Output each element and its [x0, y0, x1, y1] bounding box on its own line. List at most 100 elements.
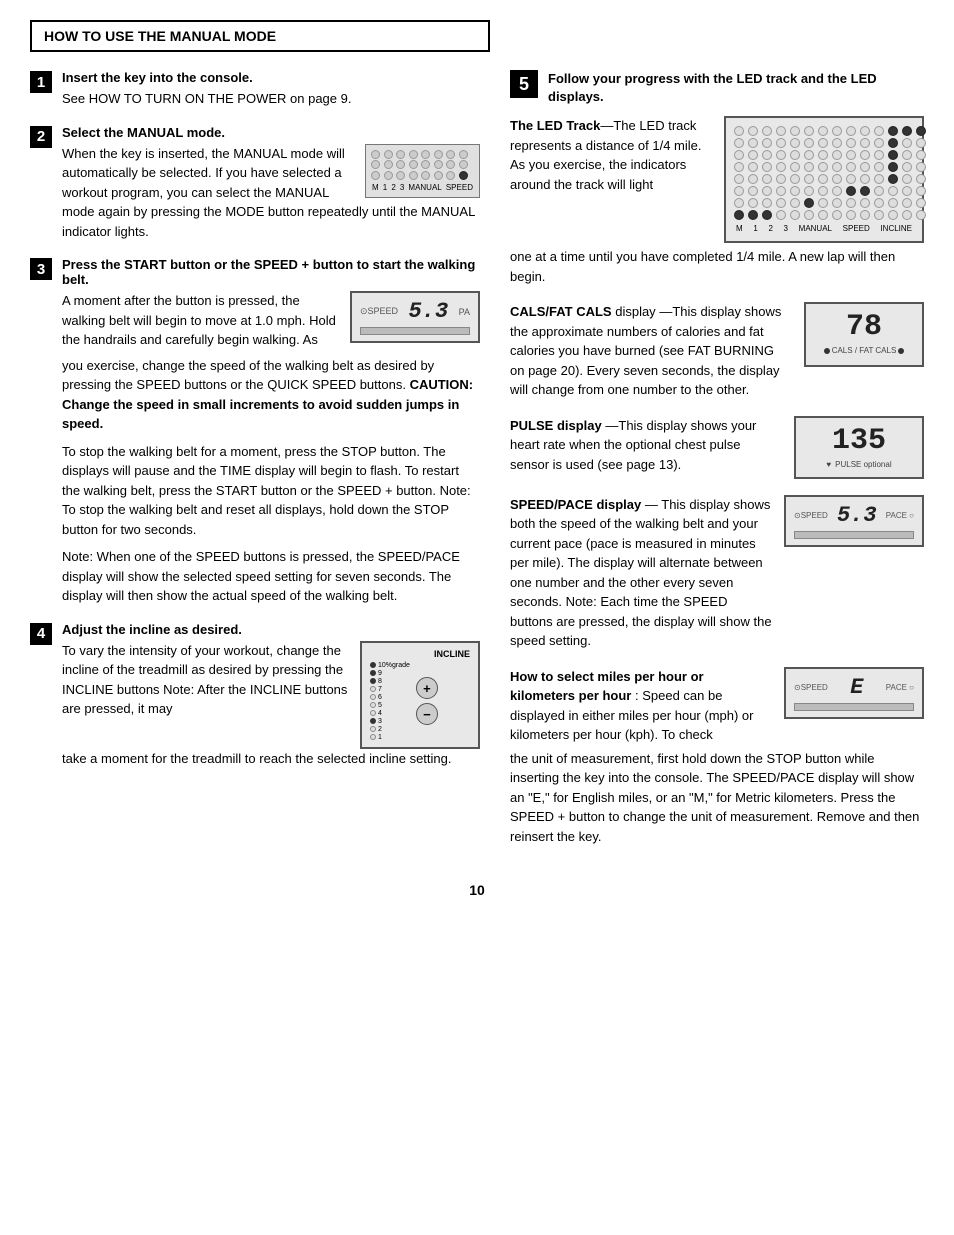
speedpace-bar: [794, 531, 914, 539]
speed-top-row: ⊙SPEED 5.3 PA: [360, 299, 470, 324]
led-dot: [762, 138, 772, 148]
led-dot: [846, 174, 856, 184]
lcd-dot: [371, 160, 380, 169]
led-dot: [734, 138, 744, 148]
led-dot: [832, 138, 842, 148]
led-label-1: 1: [753, 224, 757, 233]
step-4-body1: To vary the intensity of your workout, c…: [62, 641, 350, 719]
cals-with-img: CALS/FAT CALS display —This display show…: [510, 302, 924, 400]
led-dot: [846, 198, 856, 208]
led-dot: [734, 126, 744, 136]
led-dot: [790, 162, 800, 172]
heart-icon: ♥: [826, 460, 831, 469]
mph-kph-with-img: How to select miles per hour or kilomete…: [510, 667, 924, 745]
led-track-with-img: The LED Track—The LED track represents a…: [510, 116, 924, 243]
lcd-label-speed: SPEED: [446, 183, 473, 192]
lcd-dot: [384, 160, 393, 169]
led-track-text: The LED Track—The LED track represents a…: [510, 116, 712, 194]
step-3: 3 Press the START button or the SPEED + …: [30, 257, 480, 606]
led-track-section: The LED Track—The LED track represents a…: [510, 116, 924, 286]
incline-item-3: 3: [370, 718, 410, 725]
speed-pace-text: SPEED/PACE display — This display shows …: [510, 495, 772, 651]
led-track-display: M 1 2 3 MANUAL SPEED INCLINE: [724, 116, 924, 243]
incline-dot-3: [370, 718, 376, 724]
step-3-body3: To stop the walking belt for a moment, p…: [62, 442, 480, 540]
led-dot: [762, 126, 772, 136]
led-dot: [860, 174, 870, 184]
step-3-number: 3: [30, 258, 52, 280]
led-dot: [860, 138, 870, 148]
led-dot: [790, 126, 800, 136]
led-dot: [846, 126, 856, 136]
led-label-m: M: [736, 224, 743, 233]
lcd-dot: [459, 160, 468, 169]
led-track-grid: [734, 126, 914, 220]
led-dot: [818, 198, 828, 208]
lcd-label-manual: MANUAL: [408, 183, 441, 192]
step-2-number: 2: [30, 126, 52, 148]
led-dot: [804, 126, 814, 136]
led-dot: [790, 186, 800, 196]
e-bar: [794, 703, 914, 711]
step-2: 2 Select the MANUAL mode. When the key i…: [30, 125, 480, 242]
incline-dot-6: [370, 694, 376, 700]
incline-dot-9: [370, 670, 376, 676]
step-5-header: 5 Follow your progress with the LED trac…: [510, 70, 924, 106]
led-dot-on: [888, 162, 898, 172]
incline-item-7: 7: [370, 686, 410, 693]
led-dot: [804, 174, 814, 184]
led-label-3: 3: [784, 224, 788, 233]
led-dot: [734, 198, 744, 208]
led-dot: [832, 150, 842, 160]
led-dot: [888, 186, 898, 196]
speedpace-pace-label: PACE ○: [886, 511, 914, 520]
led-dot: [762, 150, 772, 160]
led-dot: [818, 126, 828, 136]
lcd-dot: [396, 171, 405, 180]
led-dot: [832, 126, 842, 136]
e-top: ⊙SPEED E PACE ○: [794, 675, 914, 700]
led-dot: [804, 150, 814, 160]
cals-value: 78: [816, 312, 912, 342]
led-dot: [776, 162, 786, 172]
incline-display: INCLINE 10%grade 9: [360, 641, 480, 749]
led-dot: [734, 186, 744, 196]
incline-item-4: 4: [370, 710, 410, 717]
mph-kph-body2: the unit of measurement, first hold down…: [510, 749, 924, 847]
led-dot: [818, 210, 828, 220]
incline-dot-8: [370, 678, 376, 684]
incline-label-2: 2: [378, 726, 382, 733]
lcd-dot: [396, 150, 405, 159]
led-dot: [818, 150, 828, 160]
cals-display: 78 CALS / FAT CALS: [804, 302, 924, 367]
speed-value: 5.3: [402, 299, 455, 324]
led-dot: [776, 174, 786, 184]
lcd-dot: [371, 150, 380, 159]
incline-label-8: 8: [378, 678, 382, 685]
header-title: HOW TO USE THE MANUAL MODE: [44, 28, 276, 44]
led-dot: [832, 186, 842, 196]
led-dot: [902, 174, 912, 184]
lcd-dot: [384, 150, 393, 159]
led-dot: [902, 150, 912, 160]
lcd-label-3: 3: [400, 183, 404, 192]
led-dot: [846, 162, 856, 172]
incline-down-button[interactable]: −: [416, 703, 438, 725]
led-dot-on: [916, 126, 926, 136]
led-dot: [748, 138, 758, 148]
led-dot: [916, 186, 926, 196]
led-dot-on: [860, 186, 870, 196]
incline-up-button[interactable]: +: [416, 677, 438, 699]
step-3-text1: A moment after the button is pressed, th…: [62, 291, 340, 350]
led-label-manual: MANUAL: [799, 224, 832, 233]
step-4-content: Adjust the incline as desired. To vary t…: [62, 622, 480, 769]
led-dot: [902, 162, 912, 172]
led-dot: [902, 198, 912, 208]
led-dot: [734, 150, 744, 160]
led-dot-on: [888, 126, 898, 136]
speed-pace-with-img: SPEED/PACE display — This display shows …: [510, 495, 924, 651]
led-dot-on: [846, 186, 856, 196]
incline-label-3: 3: [378, 718, 382, 725]
led-dot: [874, 150, 884, 160]
led-dot-on: [888, 150, 898, 160]
